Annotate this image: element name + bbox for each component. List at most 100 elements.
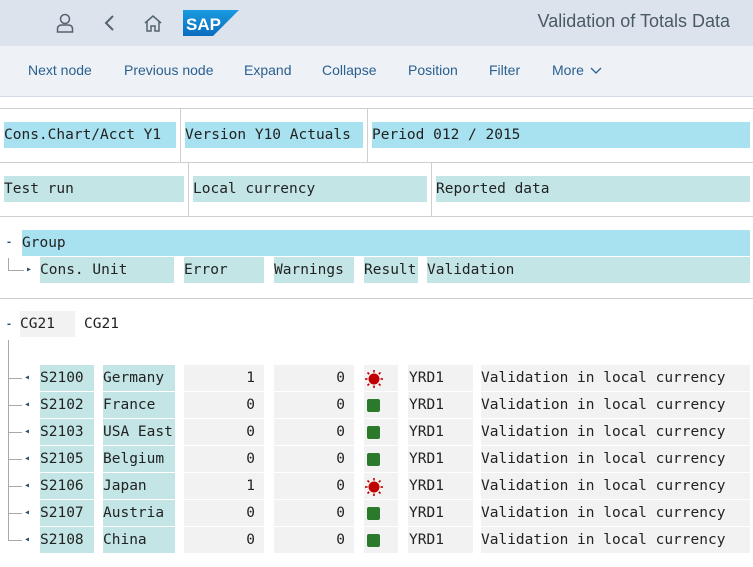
next-node-button[interactable]: Next node bbox=[28, 62, 92, 78]
cell-validation-text: Validation in local currency bbox=[481, 473, 750, 499]
cell-cons-unit[interactable]: S2107 bbox=[40, 500, 94, 526]
test-run-field: Test run bbox=[4, 176, 184, 202]
tree-line bbox=[8, 432, 22, 433]
leaf-node-icon[interactable]: ◂ bbox=[24, 508, 30, 518]
collapse-button[interactable]: Collapse bbox=[322, 62, 376, 78]
cell-validation-text: Validation in local currency bbox=[481, 365, 750, 391]
cell-unit-name: Austria bbox=[103, 500, 175, 526]
cell-warnings-count: 0 bbox=[274, 446, 354, 472]
cell-warnings-count: 0 bbox=[274, 392, 354, 418]
leaf-node-icon[interactable]: ◂ bbox=[24, 454, 30, 464]
cell-validation-text: Validation in local currency bbox=[481, 500, 750, 526]
cell-error-count: 0 bbox=[184, 527, 264, 553]
cell-validation-text: Validation in local currency bbox=[481, 446, 750, 472]
group-code: CG21 bbox=[20, 311, 75, 337]
cell-unit-name: Belgium bbox=[103, 446, 175, 472]
cell-unit-name: USA East bbox=[103, 419, 175, 445]
leaf-node-icon[interactable]: ◂ bbox=[24, 427, 30, 437]
column-result: Result bbox=[364, 257, 418, 283]
divider bbox=[0, 216, 753, 217]
svg-text:SAP: SAP bbox=[186, 15, 221, 34]
cell-validation-code: YRD1 bbox=[408, 392, 473, 418]
leaf-node-icon[interactable]: ◂ bbox=[24, 373, 30, 383]
cell-warnings-count: 0 bbox=[274, 473, 354, 499]
cell-validation-text: Validation in local currency bbox=[481, 527, 750, 553]
cell-validation-code: YRD1 bbox=[408, 419, 473, 445]
cell-validation-text: Validation in local currency bbox=[481, 419, 750, 445]
divider bbox=[180, 108, 181, 162]
cell-unit-name: Germany bbox=[103, 365, 175, 391]
cell-error-count: 0 bbox=[184, 419, 264, 445]
tree-line bbox=[8, 378, 22, 379]
status-ok-icon bbox=[364, 392, 398, 418]
tree-line bbox=[8, 405, 22, 406]
tree-line bbox=[8, 513, 22, 514]
leaf-node-icon[interactable]: ◂ bbox=[24, 481, 30, 491]
cell-error-count: 1 bbox=[184, 473, 264, 499]
expand-button[interactable]: Expand bbox=[244, 62, 291, 78]
local-currency-field: Local currency bbox=[193, 176, 427, 202]
column-warnings: Warnings bbox=[274, 257, 354, 283]
cell-error-count: 0 bbox=[184, 392, 264, 418]
group-name: CG21 bbox=[84, 316, 119, 332]
reported-data-field: Reported data bbox=[436, 176, 750, 202]
status-ok-icon bbox=[364, 527, 398, 553]
cell-cons-unit[interactable]: S2100 bbox=[40, 365, 94, 391]
home-icon[interactable] bbox=[140, 10, 166, 36]
cell-error-count: 1 bbox=[184, 365, 264, 391]
tree-line bbox=[8, 258, 9, 270]
cell-cons-unit[interactable]: S2106 bbox=[40, 473, 94, 499]
tree-line bbox=[8, 270, 24, 271]
status-ok-icon bbox=[364, 419, 398, 445]
cell-cons-unit[interactable]: S2102 bbox=[40, 392, 94, 418]
toolbar: Next node Previous node Expand Collapse … bbox=[0, 46, 753, 97]
position-button[interactable]: Position bbox=[408, 62, 458, 78]
chevron-down-icon bbox=[590, 67, 602, 74]
cell-cons-unit[interactable]: S2108 bbox=[40, 527, 94, 553]
tree-line bbox=[8, 459, 22, 460]
column-error: Error bbox=[184, 257, 264, 283]
divider bbox=[0, 162, 753, 163]
column-validation: Validation bbox=[427, 257, 750, 283]
column-cons-unit: Cons. Unit bbox=[40, 257, 174, 283]
cell-cons-unit[interactable]: S2103 bbox=[40, 419, 94, 445]
divider bbox=[0, 298, 753, 299]
cell-warnings-count: 0 bbox=[274, 365, 354, 391]
app-title: Validation of Totals Data bbox=[537, 11, 730, 31]
cell-validation-code: YRD1 bbox=[408, 365, 473, 391]
previous-node-button[interactable]: Previous node bbox=[124, 62, 214, 78]
cell-warnings-count: 0 bbox=[274, 500, 354, 526]
status-error-icon bbox=[364, 473, 398, 499]
filter-button[interactable]: Filter bbox=[489, 62, 520, 78]
leaf-node-icon[interactable]: ◂ bbox=[24, 535, 30, 545]
status-ok-icon bbox=[364, 446, 398, 472]
cell-error-count: 0 bbox=[184, 500, 264, 526]
back-icon[interactable] bbox=[96, 10, 122, 36]
version-field: Version Y10 Actuals bbox=[185, 122, 363, 148]
cell-warnings-count: 0 bbox=[274, 419, 354, 445]
tree-line bbox=[8, 540, 22, 541]
collapse-icon[interactable]: - bbox=[6, 238, 12, 248]
shell-bar: SAP Validation of Totals Data bbox=[0, 0, 753, 46]
group-header: Group bbox=[22, 230, 750, 256]
cell-validation-code: YRD1 bbox=[408, 527, 473, 553]
divider bbox=[188, 162, 189, 216]
more-button[interactable]: More bbox=[552, 62, 602, 78]
divider bbox=[367, 108, 368, 162]
cell-unit-name: Japan bbox=[103, 473, 175, 499]
status-ok-icon bbox=[364, 500, 398, 526]
cell-unit-name: France bbox=[103, 392, 175, 418]
divider bbox=[431, 162, 432, 216]
status-error-icon bbox=[364, 365, 398, 391]
tree-line bbox=[8, 340, 9, 541]
sap-logo[interactable]: SAP bbox=[183, 10, 239, 36]
user-icon[interactable] bbox=[52, 10, 78, 36]
divider bbox=[0, 108, 753, 109]
leaf-node-icon[interactable]: ◂ bbox=[24, 400, 30, 410]
cell-error-count: 0 bbox=[184, 446, 264, 472]
cell-cons-unit[interactable]: S2105 bbox=[40, 446, 94, 472]
tree-line bbox=[8, 486, 22, 487]
cell-validation-code: YRD1 bbox=[408, 473, 473, 499]
expand-node-icon[interactable]: ▸ bbox=[26, 265, 32, 275]
collapse-icon[interactable]: - bbox=[6, 320, 12, 330]
